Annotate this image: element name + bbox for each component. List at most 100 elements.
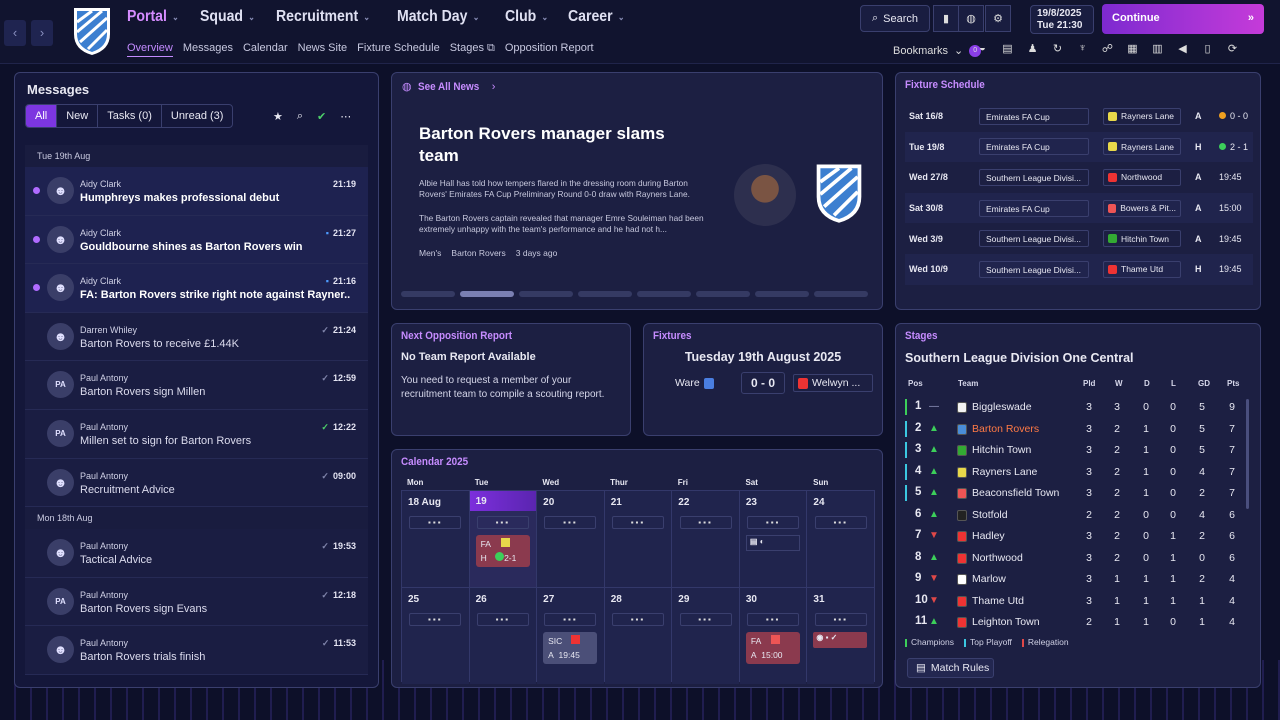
table-row[interactable]: 8 ▲ Northwood 3 2 0 1 0 6 [905, 548, 1241, 570]
panel-title[interactable]: Calendar 2025 [401, 456, 468, 468]
calendar-day[interactable]: 20 ▪▪▪ [537, 491, 604, 587]
team-name[interactable]: Rayners Lane [972, 466, 1037, 478]
calendar-day[interactable]: 31 ▪▪▪ ◉ ▪ ✓ [807, 588, 874, 684]
scrollbar[interactable] [1246, 399, 1249, 509]
match-tag[interactable]: FA H 2-1 [475, 535, 530, 567]
opponent[interactable]: Rayners Lane [1103, 138, 1181, 156]
pager-dot[interactable] [578, 291, 632, 297]
message-row[interactable]: PA Paul Antony Barton Rovers sign Millen ✓ 1… [25, 361, 368, 410]
opponent[interactable]: Hitchin Town [1103, 230, 1181, 248]
calendar-day[interactable]: 29 ▪▪▪ [672, 588, 739, 684]
table-row[interactable]: 4 ▲ Rayners Lane 3 2 1 0 4 7 [905, 462, 1241, 484]
away-team[interactable]: Welwyn ... [793, 374, 873, 392]
more-icon[interactable]: ⋯ [340, 110, 351, 123]
opponent[interactable]: Thame Utd [1103, 260, 1181, 278]
subnav-messages[interactable]: Messages [183, 42, 233, 57]
subnav-calendar[interactable]: Calendar [243, 42, 288, 57]
fixture-row[interactable]: Wed 3/9 Southern League Divisi... Hitchin … [905, 223, 1253, 254]
nav-match-day[interactable]: Match Day ⌄ [397, 8, 479, 26]
fixture-result[interactable]: 19:45 [1219, 234, 1242, 244]
fixture-row[interactable]: Tue 19/8 Emirates FA Cup Rayners Lane H 2 - … [905, 131, 1253, 163]
subnav-fixture-schedule[interactable]: Fixture Schedule [357, 42, 440, 57]
calendar-day[interactable]: 22 ▪▪▪ [672, 491, 739, 587]
match-tag[interactable]: FA A 15:00 [745, 632, 800, 664]
table-row[interactable]: 6 ▲ Stotfold 2 2 0 0 4 6 [905, 505, 1241, 527]
team-name[interactable]: Stotfold [972, 509, 1008, 521]
search-button[interactable]: ⌕ Search [860, 5, 930, 32]
message-row[interactable]: ☻ Paul Antony Barton Rovers trials finish ✓… [25, 626, 368, 675]
tactics-icon[interactable]: ♟ [1025, 42, 1040, 55]
check-all-icon[interactable]: ✔ [317, 110, 326, 123]
nav-club[interactable]: Club ⌄ [505, 8, 548, 26]
pager-dot[interactable] [637, 291, 691, 297]
forward-button[interactable]: › [31, 20, 53, 46]
continue-button[interactable]: Continue » [1102, 4, 1264, 34]
see-all-news-link[interactable]: ◍ See All News › [402, 80, 495, 94]
fixture-result[interactable]: 15:00 [1219, 203, 1242, 213]
match-score[interactable]: 0 - 0 [741, 372, 785, 394]
fixture-result[interactable]: 19:45 [1219, 172, 1242, 182]
team-name[interactable]: Northwood [972, 552, 1023, 564]
clipboard-icon[interactable]: ▯ [1200, 42, 1215, 55]
fixture-row[interactable]: Wed 10/9 Southern League Divisi... Thame U… [905, 254, 1253, 285]
filter-new[interactable]: New [57, 105, 99, 127]
calendar-day[interactable]: 19 ▪▪▪ FA H 2-1 [469, 491, 537, 587]
calendar-day[interactable]: 23 ▪▪▪ ▤ ◐ [739, 491, 807, 587]
panel-title[interactable]: Next Opposition Report [401, 330, 512, 342]
competition-name[interactable]: Emirates FA Cup [979, 199, 1089, 217]
notes-icon[interactable]: ▥ [1150, 42, 1165, 55]
calendar-day[interactable]: 21 ▪▪▪ [604, 491, 672, 587]
panel-title[interactable]: Fixture Schedule [905, 79, 985, 91]
filter-unread[interactable]: Unread (3) [162, 105, 233, 127]
globe-icon[interactable]: ◍ [958, 5, 984, 32]
message-row[interactable]: ☻ Aidy Clark Gouldbourne shines as Barton … [25, 215, 368, 265]
pager-dot[interactable] [460, 291, 514, 297]
message-row[interactable]: ☻ Paul Antony Recruitment Advice ✓ 09:00 [25, 458, 368, 508]
message-row[interactable]: PA Paul Antony Barton Rovers sign Evans ✓ 12… [25, 577, 368, 627]
subnav-overview[interactable]: Overview [127, 42, 173, 57]
competition-name[interactable]: Southern League Divisi... [979, 230, 1089, 248]
team-name[interactable]: Barton Rovers [972, 423, 1039, 435]
nav-career[interactable]: Career ⌄ [568, 8, 625, 26]
panel-title[interactable]: Stages [905, 330, 937, 342]
team-name[interactable]: Hitchin Town [972, 444, 1031, 456]
competition-name[interactable]: Emirates FA Cup [979, 107, 1089, 125]
calendar-day[interactable]: 25 ▪▪▪ [402, 588, 469, 684]
panel-title[interactable]: Fixtures [653, 330, 692, 342]
pager-dot[interactable] [696, 291, 750, 297]
team-name[interactable]: Hadley [972, 530, 1005, 542]
filter-tasks[interactable]: Tasks (0) [98, 105, 162, 127]
table-row[interactable]: 7 ▼ Hadley 3 2 0 1 2 6 [905, 526, 1241, 548]
pager-dot[interactable] [814, 291, 868, 297]
news-headline[interactable]: Barton Rovers manager slams team [419, 123, 689, 167]
team-name[interactable]: Thame Utd [972, 595, 1024, 607]
date-display[interactable]: 19/8/2025 Tue 21:30 [1030, 5, 1094, 34]
message-row[interactable]: PA Paul Antony Millen set to sign for Bart… [25, 409, 368, 459]
opponent[interactable]: Rayners Lane [1103, 107, 1181, 125]
megaphone-icon[interactable]: ◀ [1175, 42, 1190, 55]
table-row[interactable]: 5 ▲ Beaconsfield Town 3 2 1 0 2 7 [905, 483, 1241, 505]
match-rules-button[interactable]: ▤ Match Rules [907, 658, 994, 678]
shirt-icon[interactable]: ◒ [975, 42, 990, 55]
calendar-day[interactable]: 27 ▪▪▪ SIC A 19:45 [537, 588, 604, 684]
message-row[interactable]: ☻ Paul Antony Tactical Advice ✓ 19:53 [25, 529, 368, 578]
table-row[interactable]: 10 ▼ Thame Utd 3 1 1 1 1 4 [905, 591, 1241, 613]
match-tag[interactable]: SIC A 19:45 [543, 632, 598, 664]
message-row[interactable]: ☻ Aidy Clark FA: Barton Rovers strike righ… [25, 264, 368, 313]
table-row[interactable]: 1 — Biggleswade 3 3 0 0 5 9 [905, 397, 1241, 419]
fixture-row[interactable]: Sat 30/8 Emirates FA Cup Bowers & Pit... A 1… [905, 192, 1253, 224]
bookmarks-dropdown[interactable]: Bookmarks ⌄ 0 [893, 44, 982, 57]
fixture-result[interactable]: 0 - 0 [1219, 111, 1248, 121]
table-row[interactable]: 3 ▲ Hitchin Town 3 2 1 0 5 7 [905, 440, 1241, 462]
club-crest[interactable] [72, 6, 112, 56]
competition-name[interactable]: Southern League Divisi... [979, 168, 1089, 186]
calendar-day[interactable]: 28 ▪▪▪ [604, 588, 672, 684]
competition-name[interactable]: Southern League Divisi... [979, 260, 1089, 278]
star-icon[interactable]: ★ [273, 110, 283, 123]
search-icon[interactable]: ⌕ [297, 110, 303, 123]
message-row[interactable]: ☻ Aidy Clark Humphreys makes professional … [25, 167, 368, 216]
bookmark-icon[interactable]: ▮ [933, 5, 959, 32]
table-row[interactable]: 11 ▲ Leighton Town 2 1 1 0 1 4 [905, 612, 1241, 634]
pager-dot[interactable] [401, 291, 455, 297]
team-name[interactable]: Biggleswade [972, 401, 1032, 413]
